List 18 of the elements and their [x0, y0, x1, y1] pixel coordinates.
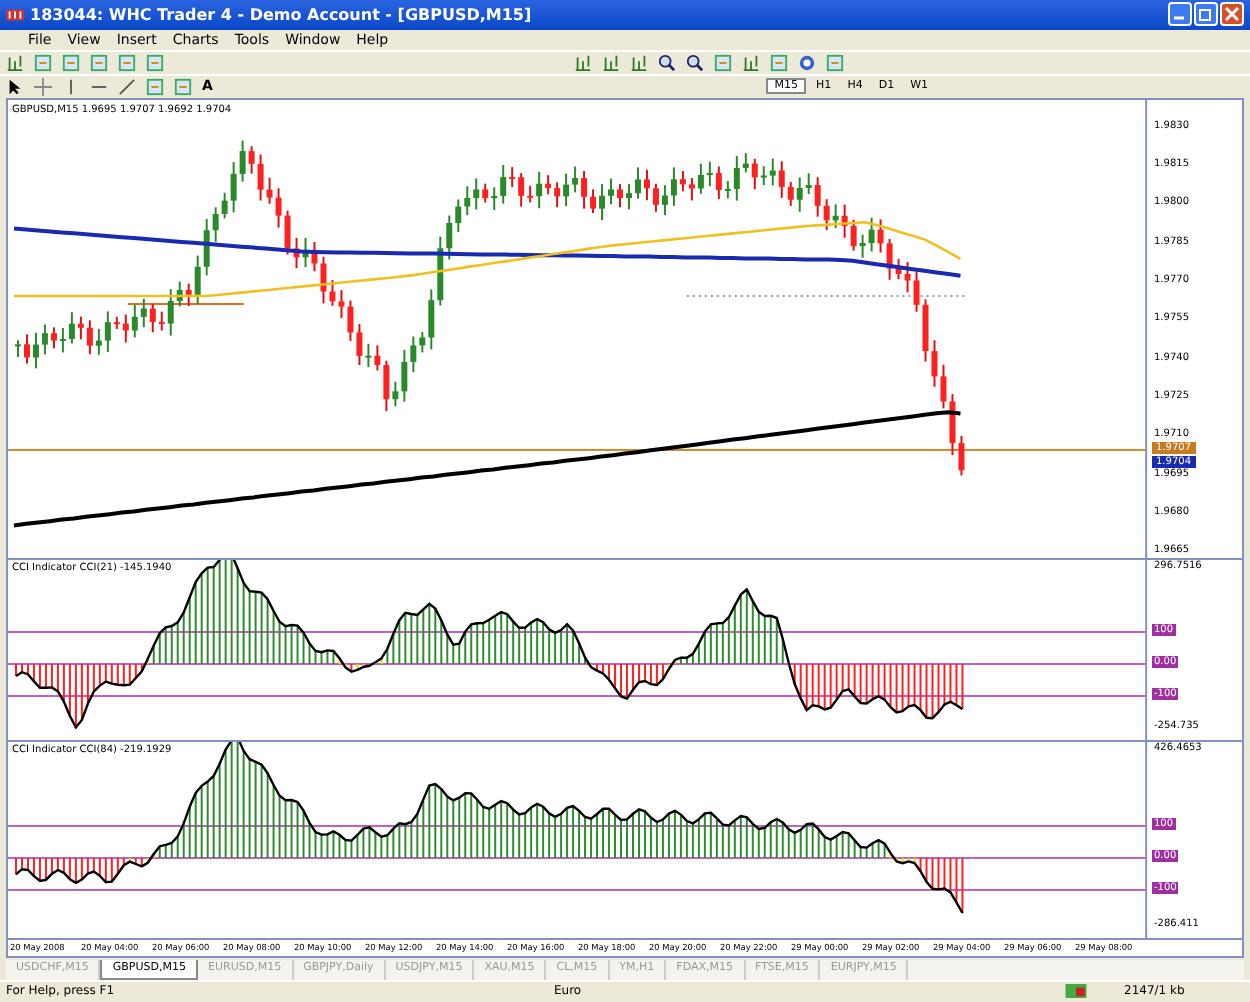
app-icon: [6, 5, 24, 24]
line-chart-icon[interactable]: [630, 53, 648, 72]
close-icon: [1224, 6, 1240, 23]
restore-icon: [1198, 6, 1214, 23]
new-chart-icon[interactable]: [6, 53, 24, 72]
restore-button[interactable]: [1194, 2, 1218, 27]
crosshair-icon[interactable]: [34, 77, 52, 96]
bar-chart-icon[interactable]: [574, 53, 592, 72]
minimize-button[interactable]: [1168, 2, 1192, 27]
zoom-in-icon[interactable]: [658, 53, 676, 72]
trend-line-icon[interactable]: [118, 77, 136, 96]
candlestick-icon[interactable]: [602, 53, 620, 72]
window-title: 183044: WHC Trader 4 - Demo Account - [GBPUSD,M15]: [30, 5, 534, 24]
connection-icon: [1064, 984, 1088, 999]
close-button[interactable]: [1220, 2, 1244, 27]
zoom-out-icon[interactable]: [686, 53, 704, 72]
price-level-line: [126, 302, 245, 305]
cursor-icon[interactable]: [6, 77, 24, 96]
